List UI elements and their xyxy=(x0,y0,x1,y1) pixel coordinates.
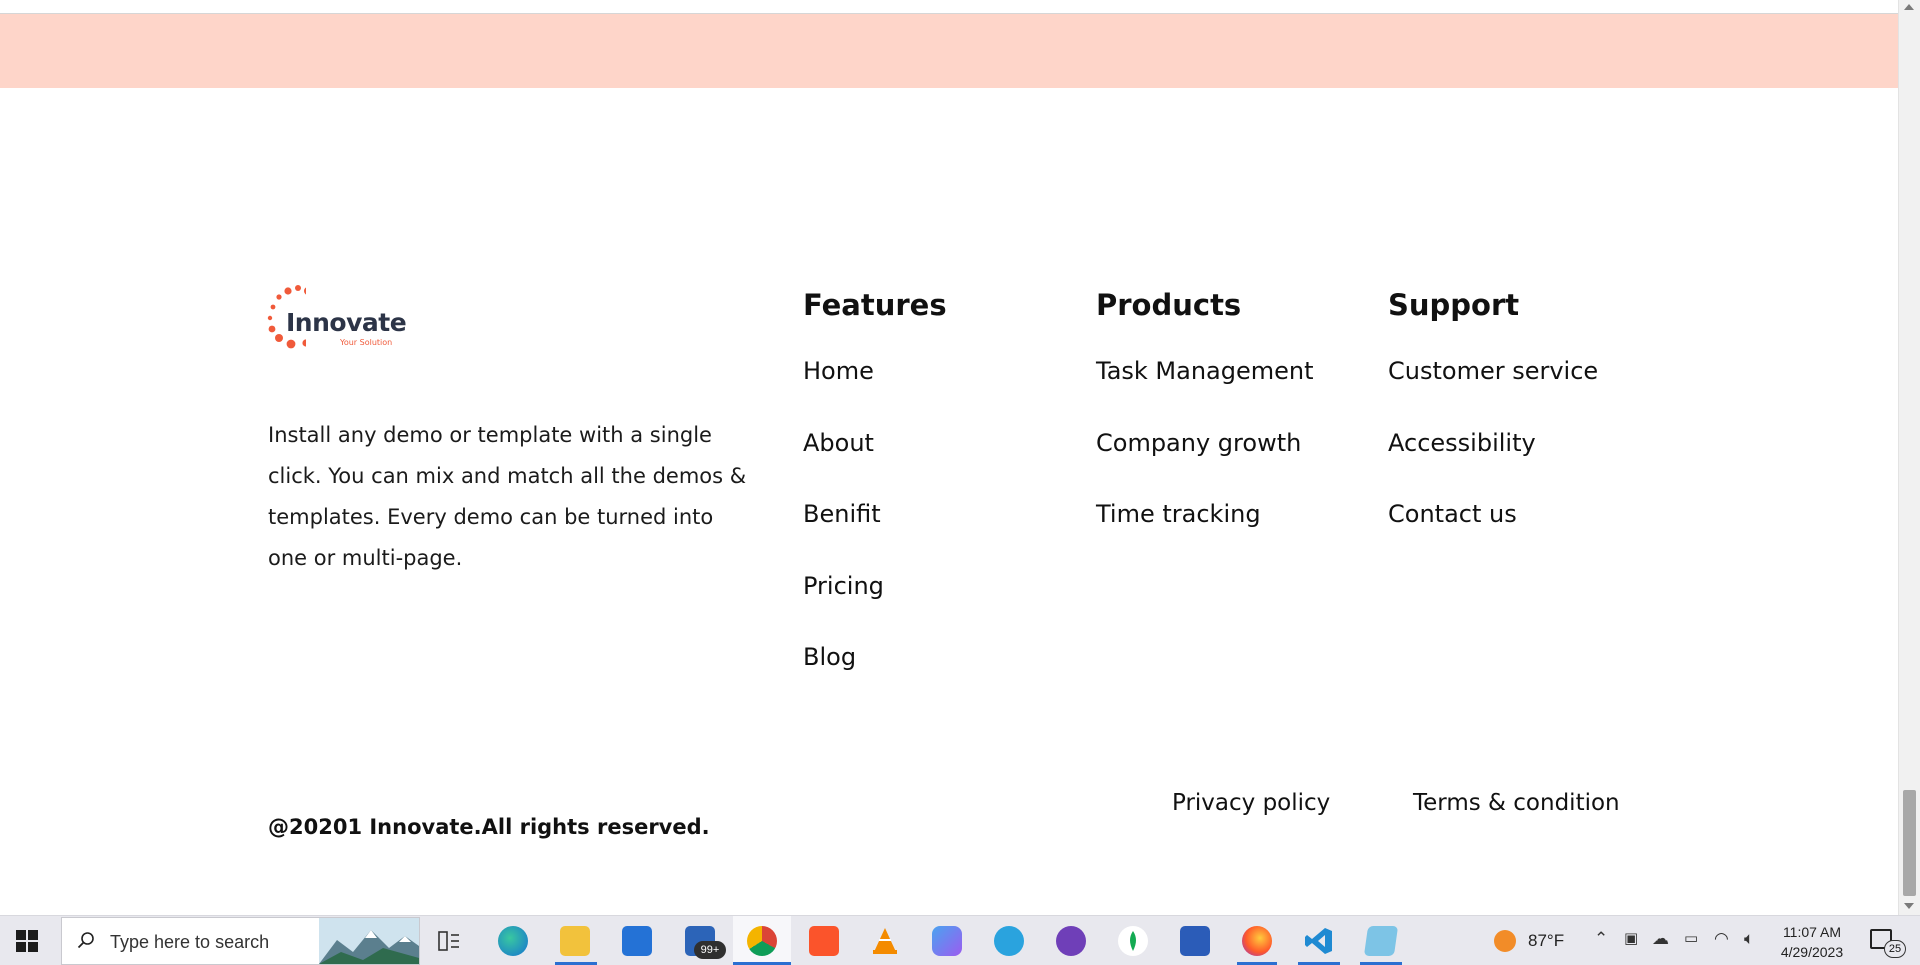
clock-time: 11:07 AM xyxy=(1782,924,1842,940)
github-desktop-icon[interactable] xyxy=(1056,926,1086,956)
wifi-icon[interactable]: ◠ xyxy=(1714,929,1729,949)
task-view-icon[interactable] xyxy=(438,931,460,951)
footer-link-about[interactable]: About xyxy=(803,428,947,500)
meet-now-icon[interactable]: ▣ xyxy=(1624,929,1638,947)
footer-column-products: Products Task Management Company growth … xyxy=(1096,285,1314,571)
footer-link-blog[interactable]: Blog xyxy=(803,642,947,714)
footer-link-time-tracking[interactable]: Time tracking xyxy=(1096,499,1314,571)
telegram-icon[interactable] xyxy=(994,926,1024,956)
footer-link-task-management[interactable]: Task Management xyxy=(1096,356,1314,428)
logo-tagline: Your Solution xyxy=(340,338,393,347)
tray-overflow-chevron-icon[interactable]: ⌃ xyxy=(1594,929,1608,949)
copyright-text: @20201 Innovate.All rights reserved. xyxy=(268,815,710,839)
file-explorer-icon[interactable] xyxy=(560,926,590,956)
taskbar-clock[interactable]: 11:07 AM 4/29/2023 xyxy=(1762,922,1862,962)
terms-condition-link[interactable]: Terms & condition xyxy=(1413,790,1620,816)
notification-count-badge: 25 xyxy=(1884,940,1906,958)
footer-link-contact-us[interactable]: Contact us xyxy=(1388,499,1598,571)
footer-link-accessibility[interactable]: Accessibility xyxy=(1388,428,1598,500)
peach-section-band xyxy=(0,14,1898,88)
column-heading: Products xyxy=(1096,288,1242,322)
weather-temperature[interactable]: 87°F xyxy=(1528,931,1564,965)
clock-date: 4/29/2023 xyxy=(1780,944,1844,960)
copilot-icon[interactable] xyxy=(932,926,962,956)
taskbar-search-box[interactable]: Type here to search xyxy=(61,917,420,965)
footer-column-support: Support Customer service Accessibility C… xyxy=(1388,285,1598,571)
footer-link-customer-service[interactable]: Customer service xyxy=(1388,356,1598,428)
vlc-player-icon[interactable] xyxy=(870,926,900,956)
footer-link-pricing[interactable]: Pricing xyxy=(803,571,947,643)
logo-wordmark: Innovate xyxy=(286,308,407,337)
scrollbar-thumb[interactable] xyxy=(1903,790,1916,896)
weather-sun-icon[interactable] xyxy=(1494,930,1516,952)
microsoft-word-icon[interactable] xyxy=(1180,926,1210,956)
mail-unread-badge: 99+ xyxy=(694,941,726,959)
vscode-icon[interactable] xyxy=(1304,926,1334,956)
notepad-icon[interactable] xyxy=(1363,926,1399,956)
footer-about-text: Install any demo or template with a sing… xyxy=(268,423,747,570)
search-icon xyxy=(77,932,94,949)
footer-link-company-growth[interactable]: Company growth xyxy=(1096,428,1314,500)
search-placeholder: Type here to search xyxy=(110,932,270,952)
brave-browser-icon[interactable] xyxy=(809,926,839,956)
footer-link-home[interactable]: Home xyxy=(803,356,947,428)
column-heading: Features xyxy=(803,288,947,322)
column-heading: Support xyxy=(1388,288,1520,322)
footer-link-benifit[interactable]: Benifit xyxy=(803,499,947,571)
innovate-logo[interactable]: Innovate Your Solution xyxy=(266,282,426,362)
browser-top-strip xyxy=(0,0,1898,14)
microsoft-store-icon[interactable] xyxy=(622,926,652,956)
page-scrollbar[interactable] xyxy=(1898,0,1920,915)
volume-icon[interactable]: 🔈︎ xyxy=(1744,929,1754,949)
edge-browser-icon[interactable] xyxy=(498,926,528,956)
privacy-policy-link[interactable]: Privacy policy xyxy=(1172,790,1330,816)
search-highlight-landscape-icon xyxy=(319,918,419,964)
chrome-browser-icon[interactable] xyxy=(747,926,777,956)
windows-taskbar: Type here to search 99+ 87°F ⌃ ▣ ☁ ▭ ◠ 🔈… xyxy=(0,915,1920,965)
firefox-browser-icon[interactable] xyxy=(1242,926,1272,956)
scroll-down-arrow-icon[interactable] xyxy=(1904,903,1914,909)
windows-start-icon[interactable] xyxy=(16,930,38,952)
footer-column-features: Features Home About Benifit Pricing Blog xyxy=(803,285,947,714)
onedrive-cloud-icon[interactable]: ☁ xyxy=(1652,929,1669,949)
mongodb-compass-icon[interactable] xyxy=(1118,926,1148,956)
battery-icon[interactable]: ▭ xyxy=(1684,929,1698,947)
scroll-up-arrow-icon[interactable] xyxy=(1904,4,1914,10)
